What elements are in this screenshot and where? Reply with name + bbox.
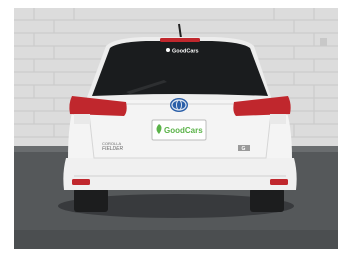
right-tire bbox=[250, 188, 284, 212]
car-photo: GoodCars GoodCars COROLLA FIELDER G bbox=[14, 8, 338, 249]
right-reverse-light bbox=[270, 114, 286, 124]
high-brake-light bbox=[160, 38, 200, 42]
trim-badge-text: G bbox=[242, 146, 246, 152]
window-sticker-text: GoodCars bbox=[172, 49, 199, 55]
plate-brand-text: GoodCars bbox=[164, 126, 203, 135]
right-reflector bbox=[270, 179, 288, 185]
toyota-hybrid-emblem bbox=[170, 98, 188, 112]
license-plate: GoodCars bbox=[151, 119, 207, 141]
left-tire bbox=[74, 188, 108, 212]
model-badge-line1: FIELDER bbox=[102, 146, 124, 152]
left-reverse-light bbox=[74, 114, 90, 124]
model-badge: COROLLA FIELDER bbox=[102, 141, 124, 152]
left-reflector bbox=[72, 179, 90, 185]
